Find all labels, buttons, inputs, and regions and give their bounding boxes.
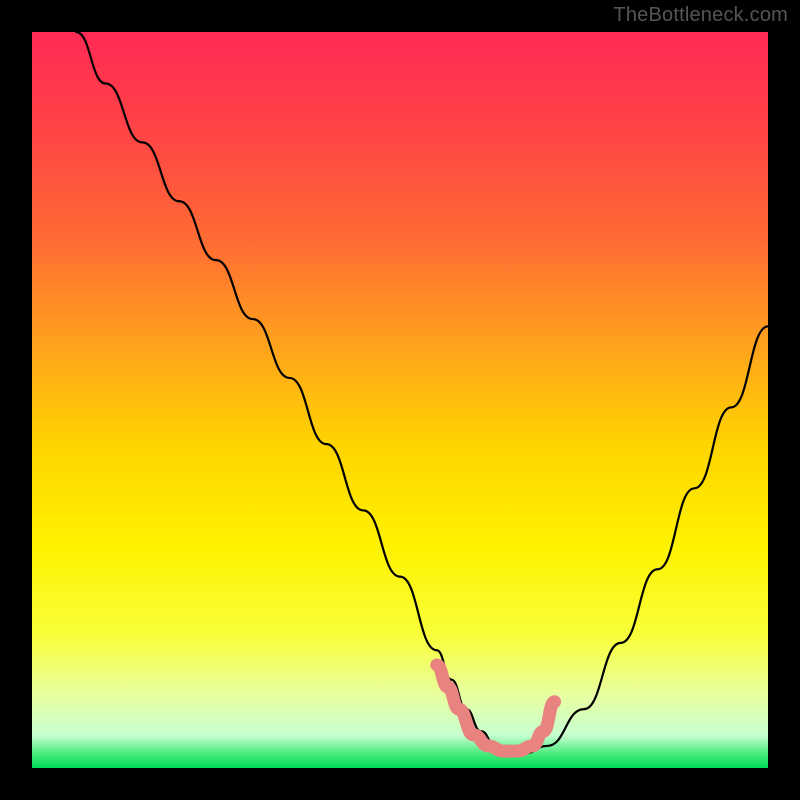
bottleneck-chart bbox=[32, 32, 768, 768]
attribution-text: TheBottleneck.com bbox=[613, 4, 788, 27]
chart-plot-layer bbox=[32, 32, 768, 768]
optimal-range-marker bbox=[437, 665, 555, 751]
bottleneck-curve bbox=[76, 32, 768, 753]
